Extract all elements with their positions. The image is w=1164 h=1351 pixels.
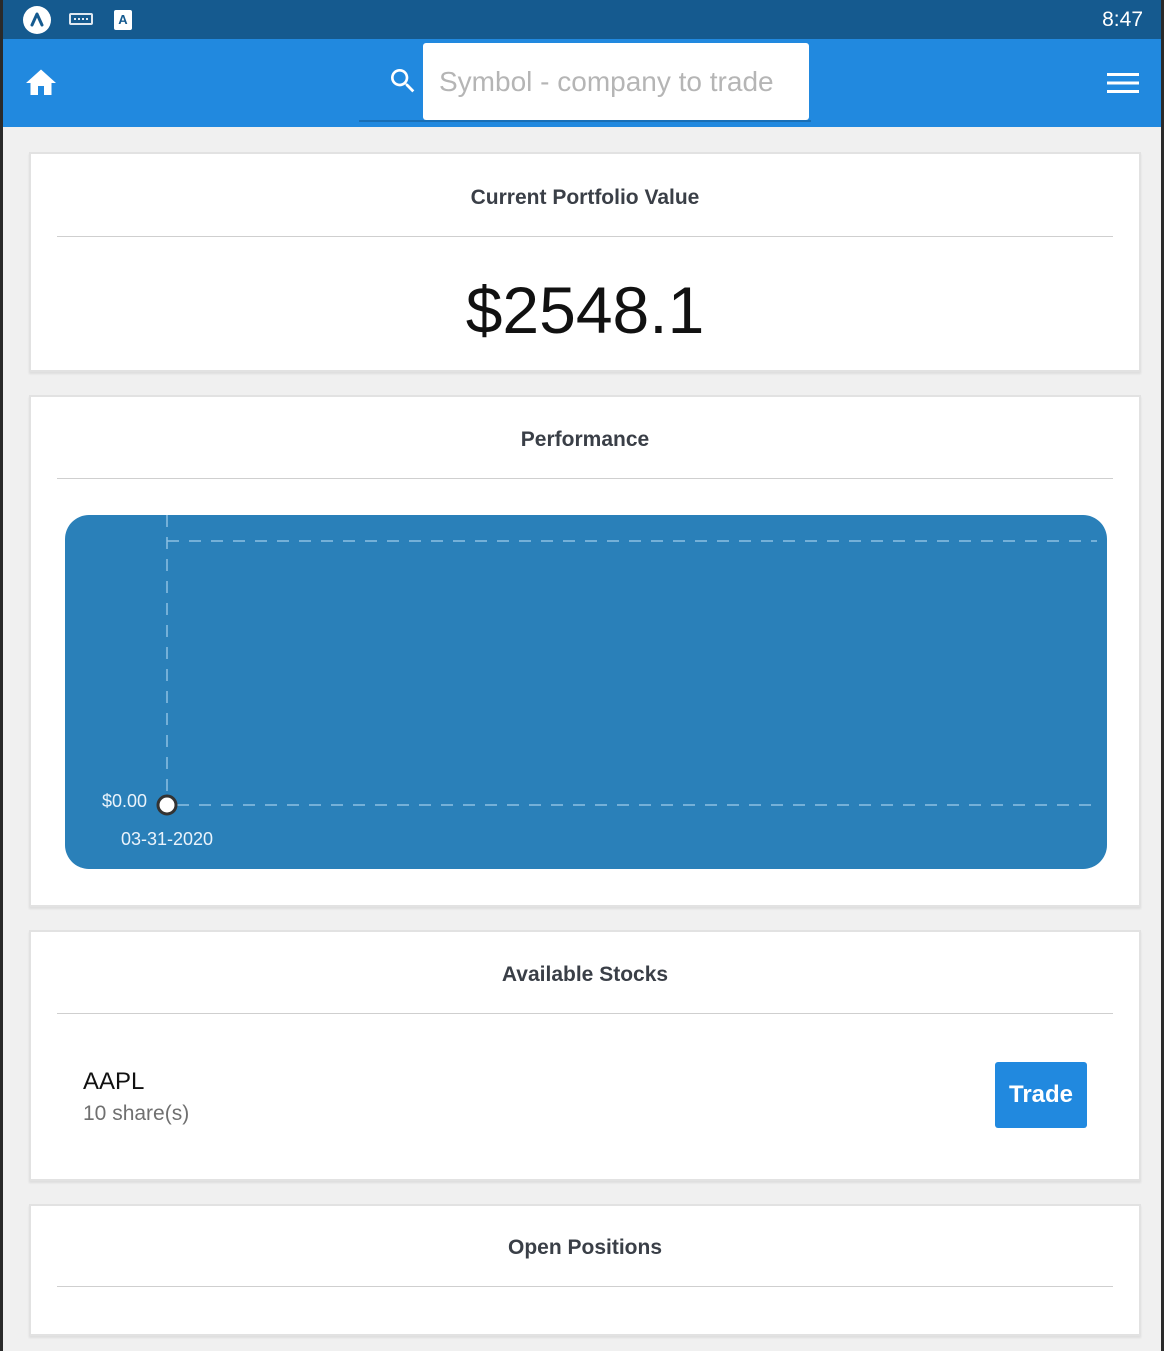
divider — [57, 1286, 1113, 1287]
stock-symbol: AAPL — [83, 1068, 145, 1095]
divider — [57, 1013, 1113, 1014]
stock-shares: 10 share(s) — [83, 1102, 190, 1125]
data-point[interactable] — [156, 794, 178, 816]
performance-chart: $0.00 03-31-2020 — [65, 515, 1107, 869]
app-frame: A 8:47 Current Portfolio Value $2548.1 P… — [0, 0, 1164, 1351]
performance-card: Performance $0.00 03-31-2020 — [29, 395, 1141, 907]
search-input[interactable] — [423, 43, 809, 120]
home-icon — [26, 69, 56, 95]
keyboard-icon — [69, 13, 93, 25]
app-launcher-icon — [23, 6, 51, 34]
hamburger-menu-icon — [1107, 73, 1139, 93]
available-stocks-title: Available Stocks — [501, 963, 669, 986]
status-bar: A 8:47 — [3, 0, 1161, 39]
menu-button[interactable] — [1107, 71, 1139, 95]
trade-button[interactable]: Trade — [995, 1062, 1087, 1128]
divider — [57, 236, 1113, 237]
app-bar — [3, 39, 1161, 127]
open-positions-title: Open Positions — [507, 1236, 662, 1259]
portfolio-title: Current Portfolio Value — [470, 186, 700, 209]
y-tick-label: $0.00 — [102, 791, 147, 811]
status-clock: 8:47 — [1102, 8, 1143, 31]
portfolio-value: $2548.1 — [465, 273, 705, 347]
portfolio-card: Current Portfolio Value $2548.1 — [29, 152, 1141, 372]
available-stocks-card: Available Stocks AAPL 10 share(s) Trade — [29, 930, 1141, 1181]
home-button[interactable] — [23, 65, 59, 101]
performance-chart-svg: $0.00 03-31-2020 — [102, 515, 1097, 849]
search-bar — [359, 43, 811, 122]
divider — [57, 478, 1113, 479]
a-notification-icon: A — [114, 10, 132, 30]
open-positions-card: Open Positions — [29, 1204, 1141, 1336]
x-tick-label: 03-31-2020 — [121, 829, 213, 849]
performance-title: Performance — [520, 428, 650, 451]
search-icon[interactable] — [387, 65, 419, 97]
list-item: AAPL 10 share(s) Trade — [31, 1050, 1139, 1140]
